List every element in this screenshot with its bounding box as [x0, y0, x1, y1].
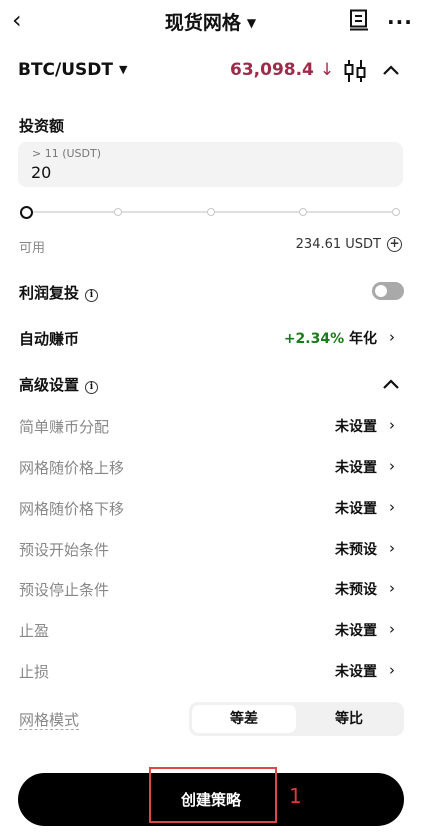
- advanced-row-value: 未设置: [335, 460, 377, 476]
- auto-earn-label: 自动赚币: [19, 330, 80, 348]
- advanced-row-take-profit[interactable]: 止盈 未设置 ›: [0, 620, 421, 644]
- chevron-right-icon[interactable]: ›: [389, 457, 395, 475]
- top-bar: ‹ 现货网格 ▼ ···: [0, 0, 421, 42]
- pair-selector[interactable]: BTC/USDT ▼: [18, 60, 127, 80]
- advanced-row-label: 简单赚币分配: [19, 418, 110, 436]
- auto-earn-rate: +2.34%: [283, 331, 345, 347]
- invest-label: 投资额: [19, 117, 65, 135]
- reinvest-label: 利润复投 i: [19, 282, 99, 303]
- chevron-right-icon[interactable]: ›: [389, 328, 395, 346]
- chevron-right-icon[interactable]: ›: [389, 661, 395, 679]
- invest-amount-value: 20: [31, 163, 52, 182]
- reinvest-row: 利润复投 i: [0, 282, 421, 306]
- advanced-row-value: 未预设: [335, 542, 377, 558]
- advanced-row-stop-condition[interactable]: 预设停止条件 未预设 ›: [0, 579, 421, 603]
- info-icon[interactable]: i: [85, 289, 99, 302]
- down-arrow-icon: ↓: [319, 60, 335, 80]
- advanced-settings-title: 高级设置: [19, 376, 80, 394]
- annotation-number: 1: [289, 784, 302, 808]
- advanced-row-label: 止损: [19, 663, 50, 681]
- advanced-row-value: 未设置: [335, 623, 377, 639]
- advanced-row-value: 未设置: [335, 501, 377, 517]
- info-icon[interactable]: i: [85, 381, 99, 394]
- chevron-up-icon[interactable]: [381, 376, 401, 392]
- advanced-row-label: 止盈: [19, 622, 50, 640]
- slider-step-50[interactable]: [207, 208, 215, 216]
- advanced-row-grid-move-up[interactable]: 网格随价格上移 未设置 ›: [0, 457, 421, 481]
- more-options-icon[interactable]: ···: [387, 10, 413, 34]
- advanced-row-stop-loss[interactable]: 止损 未设置 ›: [0, 661, 421, 685]
- pair-row: BTC/USDT ▼ 63,098.4 ↓: [0, 56, 421, 88]
- advanced-row-label: 网格随价格上移: [19, 459, 125, 477]
- available-label: 可用: [19, 241, 46, 256]
- invest-amount-hint: > 11 (USDT): [32, 147, 102, 160]
- chevron-right-icon[interactable]: ›: [389, 620, 395, 638]
- advanced-settings-header[interactable]: 高级设置 i: [0, 374, 421, 398]
- slider-step-25[interactable]: [114, 208, 122, 216]
- reinvest-label-text: 利润复投: [19, 284, 80, 302]
- advanced-row-label: 网格随价格下移: [19, 500, 125, 518]
- reinvest-toggle[interactable]: [372, 282, 404, 300]
- grid-mode-option-arithmetic[interactable]: 等差: [192, 705, 296, 733]
- page-title-text: 现货网格: [164, 12, 241, 34]
- available-value: 234.61 USDT: [295, 237, 381, 252]
- invest-slider[interactable]: [20, 205, 400, 219]
- advanced-row-start-condition[interactable]: 预设开始条件 未预设 ›: [0, 539, 421, 563]
- advanced-settings-label: 高级设置 i: [19, 374, 99, 395]
- advanced-row-label: 预设开始条件: [19, 541, 110, 559]
- chevron-right-icon[interactable]: ›: [389, 539, 395, 557]
- auto-earn-value: +2.34% 年化: [284, 328, 377, 348]
- last-price: 63,098.4 ↓: [230, 60, 334, 80]
- advanced-row-value: 未预设: [335, 582, 377, 598]
- advanced-row-value: 未设置: [335, 419, 377, 435]
- caret-down-icon: ▼: [119, 63, 128, 76]
- advanced-row-value: 未设置: [335, 664, 377, 680]
- advanced-row-simple-earn[interactable]: 简单赚币分配 未设置 ›: [0, 416, 421, 440]
- slider-handle[interactable]: [20, 206, 33, 219]
- caret-down-icon: ▼: [246, 16, 257, 30]
- invest-amount-input[interactable]: > 11 (USDT) 20: [18, 142, 403, 187]
- chevron-up-icon[interactable]: [381, 62, 401, 78]
- slider-step-75[interactable]: [299, 208, 307, 216]
- chevron-right-icon[interactable]: ›: [389, 416, 395, 434]
- toggle-knob: [375, 285, 387, 297]
- pair-symbol: BTC/USDT: [18, 60, 113, 80]
- document-icon[interactable]: [349, 9, 369, 31]
- last-price-value: 63,098.4: [230, 60, 314, 80]
- advanced-row-grid-move-down[interactable]: 网格随价格下移 未设置 ›: [0, 498, 421, 522]
- grid-mode-segmented-control[interactable]: 等差 等比: [189, 702, 404, 736]
- grid-mode-option-geometric[interactable]: 等比: [297, 705, 401, 733]
- grid-mode-label[interactable]: 网格模式: [19, 709, 80, 730]
- chevron-right-icon[interactable]: ›: [389, 579, 395, 597]
- advanced-row-label: 预设停止条件: [19, 581, 110, 599]
- grid-mode-label-text: 网格模式: [19, 711, 80, 730]
- auto-earn-row[interactable]: 自动赚币 +2.34% 年化 ›: [0, 328, 421, 352]
- slider-step-100[interactable]: [392, 208, 400, 216]
- auto-earn-rate-suffix: 年化: [349, 331, 377, 347]
- annotation-highlight-box: [149, 767, 277, 823]
- candlestick-chart-icon[interactable]: [343, 58, 367, 84]
- chevron-right-icon[interactable]: ›: [389, 498, 395, 516]
- add-funds-icon[interactable]: +: [387, 237, 402, 252]
